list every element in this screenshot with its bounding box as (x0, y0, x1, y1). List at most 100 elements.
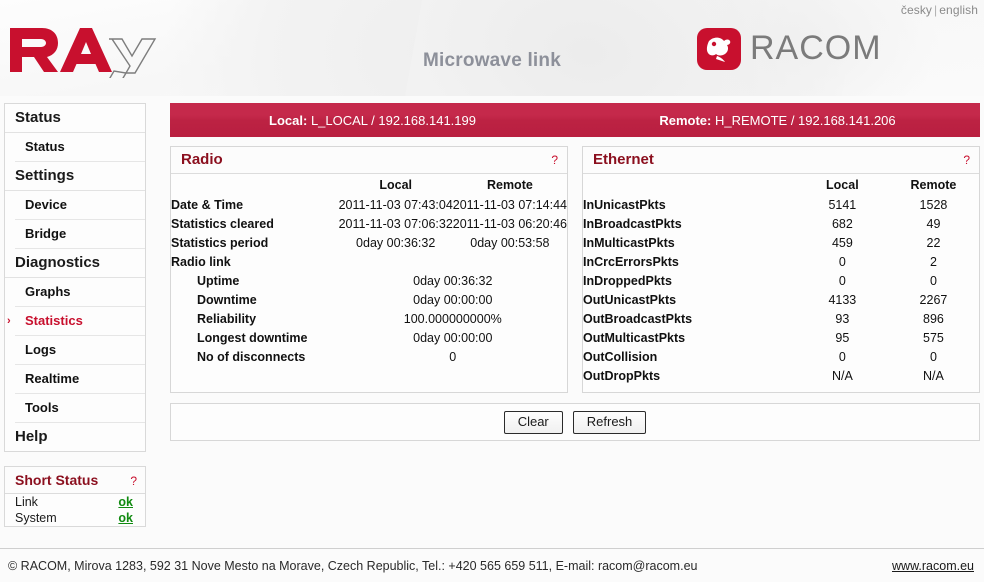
status-badge[interactable]: ok (118, 495, 133, 509)
sidebar-section-help[interactable]: Help (5, 423, 145, 451)
short-status-label: System (15, 511, 57, 525)
table-row: OutBroadcastPkts 93 896 (583, 310, 979, 329)
sidebar-section-diagnostics[interactable]: Diagnostics (5, 249, 145, 278)
row-value: 0day 00:00:00 (413, 293, 493, 307)
row-value-remote: 0 (929, 350, 937, 364)
footer-link-wrap: www.racom.eu (892, 559, 984, 573)
row-label: OutBroadcastPkts (583, 312, 693, 326)
sidebar-item-label: Realtime (25, 371, 80, 386)
clear-button[interactable]: Clear (503, 410, 563, 434)
table-header-row: Local Remote (171, 176, 567, 196)
chevron-right-icon: › (7, 315, 11, 327)
local-value: L_LOCAL / 192.168.141.199 (310, 112, 476, 128)
eth-col-remote: Remote (910, 178, 957, 192)
sidebar-item-label: Logs (25, 342, 57, 357)
table-row: OutMulticastPkts 95 575 (583, 329, 979, 348)
short-status-title: Short Status (15, 472, 99, 488)
row-value: 100.000000000% (403, 312, 502, 326)
table-row: Reliability 100.000000000% (171, 310, 567, 329)
sidebar-item-graphs[interactable]: Graphs (15, 278, 145, 307)
page-header: česky | english Microwave link RACOM (0, 0, 984, 96)
table-row: OutUnicastPkts 4133 2267 (583, 291, 979, 310)
table-row: InBroadcastPkts 682 49 (583, 215, 979, 234)
row-label: Statistics cleared (171, 217, 274, 231)
help-icon[interactable]: ? (963, 153, 970, 167)
row-value-remote: 49 (926, 217, 941, 231)
row-value-remote: N/A (923, 369, 944, 383)
page-body: Status Status Settings Device Bridge Diagnost… (0, 96, 984, 548)
refresh-button[interactable]: Refresh (572, 410, 647, 434)
racom-squirrel-icon (697, 28, 741, 70)
sidebar-item-label: Device (25, 197, 67, 212)
table-row: Longest downtime 0day 00:00:00 (171, 329, 567, 348)
lang-english-link[interactable]: english (939, 3, 978, 17)
table-row: Date & Time 2011-11-03 07:43:04 2011-11-03… (171, 196, 567, 215)
sidebar-item-logs[interactable]: Logs (15, 336, 145, 365)
radio-statistics-table: Local Remote Date & Time 2011-11-03 07:43… (171, 176, 567, 367)
ethernet-table-head: Local Remote (583, 176, 979, 196)
sidebar-item-statistics[interactable]: › Statistics (7, 307, 145, 336)
application-window: česky | english Microwave link RACOM Statu… (0, 0, 984, 582)
row-label: Longest downtime (197, 331, 308, 345)
row-value-remote: 575 (923, 331, 944, 345)
lang-cesky-link[interactable]: česky (901, 3, 932, 17)
short-status-row: Link ok (5, 494, 145, 510)
action-bar: Clear Refresh (170, 403, 980, 441)
statistics-panels: Radio ? Local Remote Date & Time 2011-11… (170, 146, 980, 393)
link-info-bar: Local: L_LOCAL / 192.168.141.199 Remote:… (170, 103, 980, 137)
remote-label: Remote: (659, 112, 712, 128)
eth-col-local: Local (826, 178, 859, 192)
sidebar-item-status[interactable]: Status (15, 133, 145, 162)
row-value-local: N/A (831, 369, 853, 383)
sidebar-section-settings[interactable]: Settings (5, 162, 145, 191)
sidebar-item-label: Graphs (25, 284, 71, 299)
row-label: Reliability (197, 312, 257, 326)
radio-col-remote: Remote (486, 178, 533, 192)
sidebar-section-status[interactable]: Status (5, 104, 145, 133)
row-label: InBroadcastPkts (583, 217, 682, 231)
language-switcher[interactable]: česky | english (901, 3, 978, 17)
table-row: Radio link (171, 253, 567, 272)
lang-separator: | (934, 3, 938, 17)
help-icon[interactable]: ? (551, 153, 558, 167)
table-row: InUnicastPkts 5141 1528 (583, 196, 979, 215)
row-label: InDroppedPkts (583, 274, 672, 288)
row-value-remote: 2267 (919, 293, 948, 307)
sidebar-item-label: Tools (25, 400, 59, 415)
table-row: InCrcErrorsPkts 0 2 (583, 253, 979, 272)
row-value-local (339, 253, 453, 272)
ethernet-table-body: InUnicastPkts 5141 1528 InBroadcastPkts 682 4… (583, 196, 979, 386)
row-label: Radio link (171, 255, 231, 269)
row-value: 0day 00:00:00 (413, 331, 493, 345)
sidebar-item-tools[interactable]: Tools (15, 394, 145, 423)
sidebar-item-device[interactable]: Device (15, 191, 145, 220)
racom-logo[interactable]: RACOM (697, 28, 978, 70)
table-row: No of disconnects 0 (171, 348, 567, 367)
row-value-local: 2011-11-03 07:43:04 (338, 198, 453, 212)
table-header-row: Local Remote (583, 176, 979, 196)
row-value-local: 682 (831, 217, 853, 231)
racom-website-link[interactable]: www.racom.eu (892, 559, 974, 573)
sidebar-item-label: Bridge (25, 226, 67, 241)
row-label: OutUnicastPkts (583, 293, 677, 307)
row-label: InMulticastPkts (583, 236, 675, 250)
remote-value: H_REMOTE / 192.168.141.206 (714, 112, 896, 128)
sidebar-item-bridge[interactable]: Bridge (15, 220, 145, 249)
row-value-remote (453, 253, 567, 272)
table-row: InMulticastPkts 459 22 (583, 234, 979, 253)
status-badge[interactable]: ok (118, 511, 133, 525)
row-label: OutCollision (583, 350, 658, 364)
row-value-local: 0 (838, 274, 846, 288)
row-value-local: 5141 (828, 198, 857, 212)
racom-wordmark: RACOM (750, 31, 881, 67)
radio-panel-title: Radio (181, 151, 223, 168)
help-icon[interactable]: ? (130, 474, 137, 488)
table-row: OutCollision 0 0 (583, 348, 979, 367)
short-status-label: Link (15, 495, 38, 509)
local-device-info: Local: L_LOCAL / 192.168.141.199 (170, 113, 575, 128)
sidebar-item-realtime[interactable]: Realtime (15, 365, 145, 394)
row-value-remote: 22 (926, 236, 941, 250)
row-value-local: 93 (835, 312, 850, 326)
short-status-panel: Short Status ? Link ok System ok (4, 466, 146, 527)
table-row: Uptime 0day 00:36:32 (171, 272, 567, 291)
